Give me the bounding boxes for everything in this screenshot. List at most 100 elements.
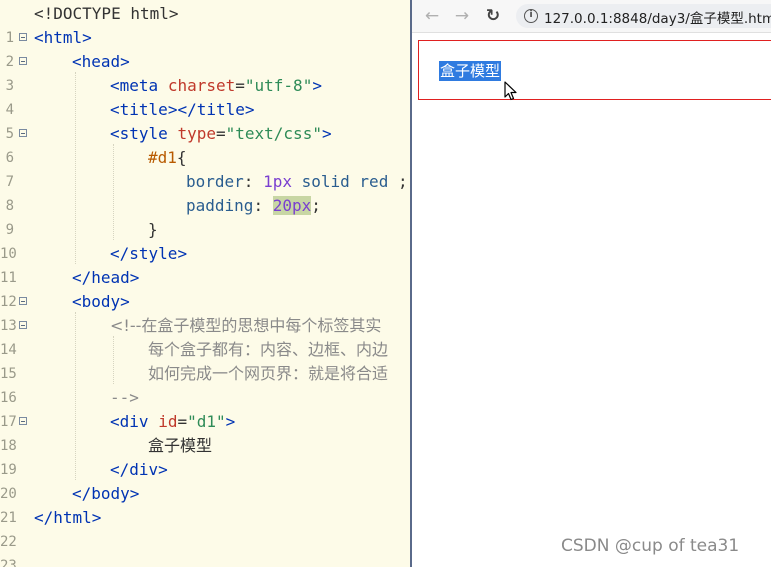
- code-token: type: [177, 124, 216, 143]
- comment-text: -->: [110, 388, 139, 407]
- comment-text: 每个盒子都有：内容、边框、内边: [148, 340, 389, 359]
- code-token: >: [120, 52, 130, 71]
- code-token: >: [129, 484, 140, 503]
- browser-toolbar: ← → ↻ i 127.0.0.1:8848/day3/盒子模型.html: [412, 0, 771, 33]
- code-token: >: [91, 508, 102, 527]
- code-token: <: [72, 292, 82, 311]
- code-token: "utf-8": [244, 76, 313, 95]
- code-line[interactable]: 11 </style>: [0, 242, 410, 286]
- content-text: 盒子模型: [148, 436, 213, 455]
- code-line[interactable]: 20 </div>: [0, 458, 410, 502]
- code-line[interactable]: 14 <!--在盒子模型的思想中每个标签其实: [0, 314, 410, 358]
- code-line[interactable]: 13 <body>: [0, 290, 410, 334]
- code-line[interactable]: 22 </html>: [0, 506, 410, 550]
- address-bar[interactable]: i 127.0.0.1:8848/day3/盒子模型.html: [516, 4, 771, 28]
- code-line[interactable]: 4 <meta charset="utf-8">: [0, 74, 410, 118]
- code-token: id: [158, 412, 178, 431]
- code-token: <: [110, 76, 120, 95]
- url-text[interactable]: 127.0.0.1:8848/day3/盒子模型.html: [544, 7, 771, 27]
- code-line[interactable]: 16 如何完成一个网页界：就是将合适: [0, 362, 410, 406]
- code-token: body: [91, 484, 130, 503]
- code-line[interactable]: 18 <div id="d1">: [0, 410, 410, 454]
- code-token: </: [110, 460, 130, 479]
- code-token: </: [72, 484, 92, 503]
- fold-toggle-icon[interactable]: [19, 57, 27, 65]
- code-token: >: [244, 100, 255, 119]
- code-editor[interactable]: 1 <!DOCTYPE html> 2 <html> 3 <head> 4 <m…: [0, 0, 410, 567]
- line-number: 23: [0, 558, 17, 567]
- code-token: charset: [167, 76, 236, 95]
- code-line[interactable]: 10 }: [0, 218, 410, 262]
- fold-toggle-icon[interactable]: [19, 417, 27, 425]
- fold-toggle-icon[interactable]: [19, 297, 27, 305]
- code-token: ></: [167, 100, 197, 119]
- code-token: </: [110, 244, 130, 263]
- code-token: <: [34, 28, 44, 47]
- code-line[interactable]: 17 -->: [0, 386, 410, 430]
- code-token: head: [81, 52, 121, 71]
- forward-button[interactable]: →: [452, 6, 472, 26]
- code-token: meta: [119, 76, 159, 95]
- fold-toggle-icon[interactable]: [19, 321, 27, 329]
- code-line[interactable]: 19 盒子模型: [0, 434, 410, 478]
- code-token: >: [120, 292, 130, 311]
- back-button[interactable]: ←: [422, 6, 442, 26]
- comment-text: 如何完成一个网页界：就是将合适: [148, 364, 389, 383]
- selected-content-text[interactable]: 盒子模型: [439, 61, 502, 81]
- code-line[interactable]: 5 <title></title>: [0, 98, 410, 142]
- code-token: title: [119, 100, 168, 119]
- code-line[interactable]: 12 </head>: [0, 266, 410, 310]
- code-token: </: [34, 508, 54, 527]
- code-line[interactable]: 9 padding: 20px;: [0, 194, 410, 238]
- code-line[interactable]: 23: [0, 530, 410, 567]
- code-line[interactable]: 7 #d1{: [0, 146, 410, 190]
- div-d1-box: 盒子模型: [418, 40, 771, 100]
- code-line[interactable]: 15 每个盒子都有：内容、边框、内边: [0, 338, 410, 382]
- code-token: ;: [311, 196, 321, 215]
- code-token: "d1": [187, 412, 226, 431]
- code-token: html: [43, 28, 83, 47]
- watermark-text: CSDN @cup of tea31: [561, 536, 740, 556]
- fold-toggle-icon[interactable]: [19, 129, 27, 137]
- info-icon[interactable]: i: [524, 9, 538, 23]
- code-token: padding: [186, 196, 254, 215]
- code-line[interactable]: 1 <!DOCTYPE html>: [0, 2, 410, 46]
- code-token: #d1: [148, 148, 177, 167]
- mouse-cursor-icon: [504, 81, 517, 101]
- code-token: 20px: [272, 196, 312, 215]
- code-token: div: [129, 460, 159, 479]
- code-token: =: [235, 76, 245, 95]
- code-token: <: [72, 52, 82, 71]
- comment-text: <!--在盒子模型的思想中每个标签其实: [110, 316, 382, 335]
- code-token: red: [359, 172, 389, 191]
- code-token: html: [53, 508, 92, 527]
- code-token: >: [158, 460, 168, 479]
- code-token: ;: [388, 172, 408, 191]
- code-token: <: [110, 124, 120, 143]
- doctype-text: <!DOCTYPE html>: [34, 4, 179, 23]
- fold-toggle-icon[interactable]: [19, 33, 27, 41]
- code-token: border: [186, 172, 244, 191]
- code-token: title: [196, 100, 245, 119]
- code-token: {: [176, 148, 187, 167]
- code-line[interactable]: 2 <html>: [0, 26, 410, 70]
- code-token: >: [225, 412, 236, 431]
- code-token: :: [243, 172, 264, 191]
- code-token: }: [148, 220, 158, 239]
- code-line[interactable]: 3 <head>: [0, 50, 410, 94]
- code-line[interactable]: 21 </body>: [0, 482, 410, 526]
- reload-button[interactable]: ↻: [483, 6, 503, 26]
- code-token: :: [253, 196, 273, 215]
- code-line[interactable]: 8 border: 1px solid red ;: [0, 170, 410, 214]
- code-line[interactable]: 6 <style type="text/css">: [0, 122, 410, 166]
- browser-preview[interactable]: ← → ↻ i 127.0.0.1:8848/day3/盒子模型.html 盒子…: [410, 0, 771, 567]
- code-token: solid: [301, 172, 350, 191]
- code-token: <: [110, 100, 120, 119]
- code-token: head: [91, 268, 130, 287]
- code-token: div: [119, 412, 149, 431]
- code-token: "text/css": [225, 124, 322, 143]
- code-token: =: [177, 412, 188, 431]
